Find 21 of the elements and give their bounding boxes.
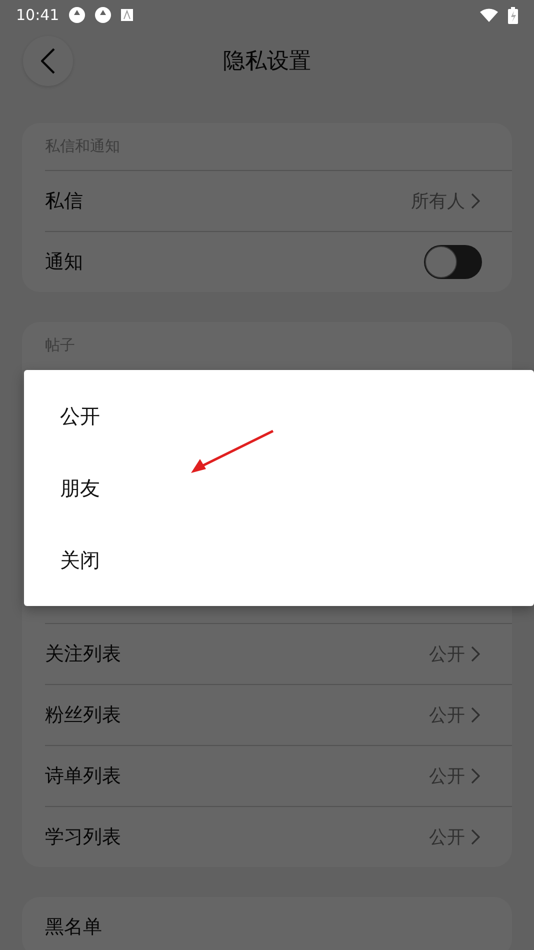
chevron-right-icon <box>471 193 480 209</box>
setting-label: 诗单列表 <box>45 764 122 789</box>
setting-label: 通知 <box>45 250 84 275</box>
setting-label: 黑名单 <box>45 915 103 940</box>
back-icon <box>41 48 55 74</box>
dialog-option[interactable]: 公开 <box>24 380 534 452</box>
dialog-option[interactable]: 朋友 <box>24 452 534 524</box>
battery-icon <box>508 6 518 24</box>
chevron-right-icon <box>471 829 480 845</box>
dialog-option[interactable]: 关闭 <box>24 524 534 596</box>
setting-label: 关注列表 <box>45 642 122 667</box>
page-title: 隐私设置 <box>223 48 311 76</box>
setting-label: 私信 <box>45 189 84 214</box>
setting-label: 粉丝列表 <box>45 703 122 728</box>
chevron-right-icon <box>471 768 480 784</box>
chevron-right-icon <box>471 646 480 662</box>
wifi-icon <box>480 8 498 22</box>
toggle-switch[interactable] <box>424 245 482 279</box>
status-time: 10:41 <box>16 6 60 24</box>
setting-label: 学习列表 <box>45 825 122 850</box>
chevron-right-icon <box>471 707 480 723</box>
